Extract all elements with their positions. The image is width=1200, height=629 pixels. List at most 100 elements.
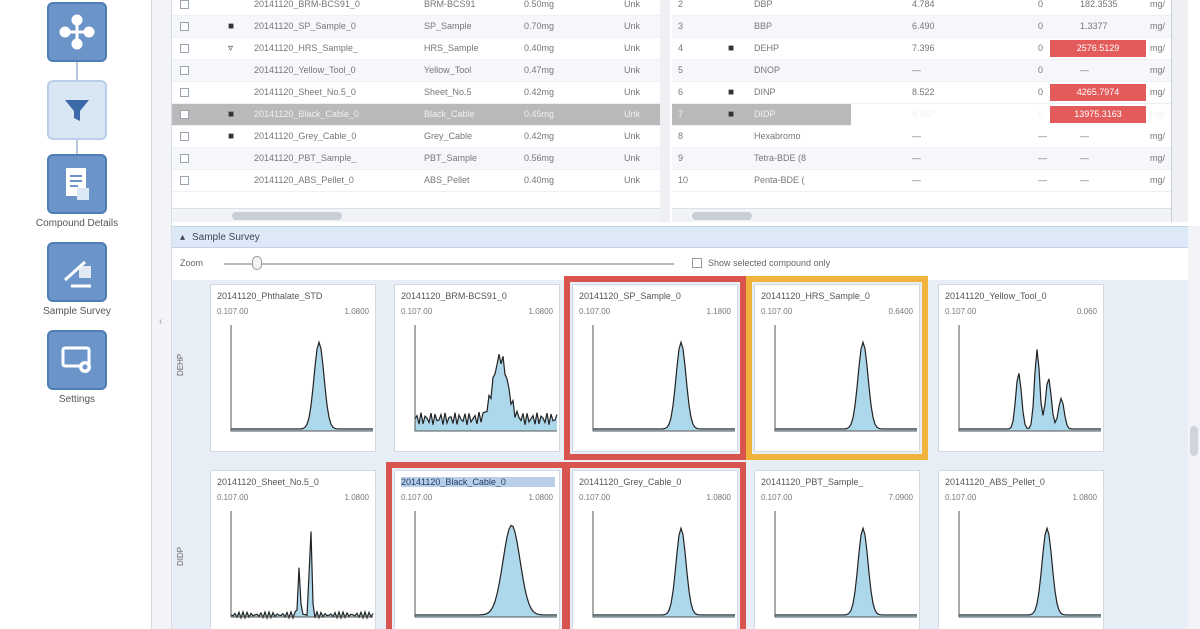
compound-flag: 0 [1038,21,1044,31]
sample-unit: Unk [624,65,641,75]
table-row[interactable]: 20141120_BRM-BCS91_0 BRM-BCS91 0.50mg Unk [172,0,667,16]
sample-table-vscrollbar[interactable] [660,0,670,222]
row-checkbox[interactable] [180,66,189,75]
compound-index: 3 [678,21,684,31]
nav-item-filter[interactable] [22,80,132,140]
row-checkbox[interactable] [180,88,189,97]
scrollbar-thumb[interactable] [1190,426,1198,456]
thumbnail-min-value: 0.107.00 [579,307,611,316]
nav-item-settings[interactable]: Settings [22,330,132,405]
table-row[interactable]: ■ 20141120_Grey_Cable_0 Grey_Cable 0.42mg Un… [172,126,667,148]
row-checkbox[interactable] [180,44,189,53]
show-selected-checkbox[interactable] [692,258,702,268]
table-row[interactable]: 2 DBP 4.784 0 182.3535 mg/ [672,0,1171,16]
network-flow-icon [47,2,107,62]
row-checkbox[interactable] [180,22,189,31]
row-checkbox[interactable] [180,132,189,141]
table-row[interactable]: 3 BBP 6.490 0 1.3377 mg/ [672,16,1171,38]
settings-monitor-icon [47,330,107,390]
table-row[interactable]: 10 Penta-BDE (— — — mg/ [672,170,1171,192]
thumbnail-title: 20141120_PBT_Sample_ [761,477,864,487]
sample-filename: 20141120_Grey_Cable_0 [254,131,357,141]
compound-flag: — [1038,175,1047,185]
chromatogram-thumbnail[interactable]: 20141120_SP_Sample_0 0.107.00 1.1800 [572,284,738,452]
compound-table-vscrollbar[interactable] [1172,0,1188,222]
chromatogram-thumbnail[interactable]: 20141120_Grey_Cable_0 0.107.00 1.0800 [572,470,738,629]
scrollbar-thumb[interactable] [692,212,752,220]
zoom-slider-track[interactable] [224,263,674,265]
sample-unit: Unk [624,175,641,185]
survey-vscrollbar[interactable] [1188,226,1200,629]
compound-index: 7 [678,109,684,119]
thumbnail-title: 20141120_SP_Sample_0 [579,291,681,301]
sample-filename: 20141120_PBT_Sample_ [254,153,357,163]
nav-item-sample-survey[interactable]: Sample Survey [22,242,132,317]
sample-unit: Unk [624,131,641,141]
sample-name: BRM-BCS91 [424,0,476,9]
sample-table-hscrollbar[interactable] [172,208,667,222]
table-row[interactable]: 20141120_Yellow_Tool_0 Yellow_Tool 0.47mg U… [172,60,667,82]
table-row[interactable]: 5 DNOP — 0 — mg/ [672,60,1171,82]
sample-amount: 0.42mg [524,87,555,97]
table-row[interactable]: 6 ■ DINP 8.522 0 4265.7974 mg/ [672,82,1171,104]
sample-survey-header[interactable]: ▴ Sample Survey [172,226,1188,248]
chromatogram-thumbnail[interactable]: 20141120_Sheet_No.5_0 0.107.00 1.0800 [210,470,376,629]
chromatogram-thumbnail[interactable]: 20141120_HRS_Sample_0 0.107.00 0.6400 [754,284,920,452]
compound-table-hscrollbar[interactable] [672,208,1171,222]
table-row[interactable]: ■ 20141120_Black_Cable_0 Black_Cable 0.45mg… [172,104,667,126]
sample-name: SP_Sample [424,21,472,31]
table-row[interactable]: 7 ■ DIDP 9.467 0 13975.3163 mg/ [672,104,1165,126]
chromatogram-thumbnail[interactable]: 20141120_PBT_Sample_ 0.107.00 7.0900 [754,470,920,629]
scrollbar-thumb[interactable] [232,212,342,220]
chromatogram-thumbnail[interactable]: 20141120_Yellow_Tool_0 0.107.00 0.060 [938,284,1104,452]
table-row[interactable]: 9 Tetra-BDE (8 — — — mg/ [672,148,1171,170]
concentration-unit: mg/ [1150,175,1166,185]
collapse-chevron-icon[interactable]: ▴ [180,232,185,243]
table-row[interactable]: ■ 20141120_SP_Sample_0 SP_Sample 0.70mg Unk [172,16,667,38]
concentration-value: — [1080,65,1089,75]
table-row[interactable]: 20141120_Sheet_No.5_0 Sheet_No.5 0.42mg Unk [172,82,667,104]
sample-amount: 0.47mg [524,65,555,75]
table-row[interactable]: 20141120_PBT_Sample_ PBT_Sample 0.56mg Unk [172,148,667,170]
sample-name: ABS_Pellet [424,175,470,185]
zoom-slider-handle[interactable] [252,256,262,270]
sample-filename: 20141120_HRS_Sample_ [254,43,358,53]
row-marker: ■ [728,109,735,120]
row-checkbox[interactable] [180,110,189,119]
nav-item-workflow[interactable] [22,2,132,62]
table-row[interactable]: 8 Hexabromo — — — mg/ [672,126,1171,148]
compound-index: 4 [678,43,684,53]
vertical-splitter[interactable]: ‹ [152,0,172,629]
table-row[interactable]: 4 ■ DEHP 7.396 0 2576.5129 mg/ [672,38,1171,60]
thumbnail-min-value: 0.107.00 [401,493,433,502]
row-checkbox[interactable] [180,176,189,185]
peak-area [593,528,735,617]
compound-index: 5 [678,65,684,75]
compound-name: Tetra-BDE (8 [754,153,807,163]
table-row[interactable]: ▿ 20141120_HRS_Sample_ HRS_Sample 0.40mg Unk [172,38,667,60]
plot-axes [230,325,373,432]
concentration-exceeded: 2576.5129 [1050,40,1146,57]
thumbnail-max-value: 1.0800 [344,493,369,502]
retention-time: — [912,153,921,163]
sample-amount: 0.70mg [524,21,555,31]
table-row[interactable]: 20141120_ABS_Pellet_0 ABS_Pellet 0.40mg Unk [172,170,667,192]
concentration-unit: mg/ [1150,21,1166,31]
concentration-exceeded: 13975.3163 [1050,106,1146,123]
nav-connector [76,140,78,154]
compound-index: 9 [678,153,684,163]
show-selected-label: Show selected compound only [708,258,831,268]
chromatogram-thumbnail[interactable]: 20141120_BRM-BCS91_0 0.107.00 1.0800 [394,284,560,452]
chromatogram-thumbnail[interactable]: 20141120_Phthalate_STD 0.107.00 1.0800 [210,284,376,452]
nav-item-compound-details[interactable]: Compound Details [22,154,132,229]
compound-name: DNOP [754,65,781,75]
chromatogram-plot [592,511,735,618]
chromatogram-thumbnail[interactable]: 20141120_Black_Cable_0 0.107.00 1.0800 [394,470,560,629]
thumbnail-title: 20141120_Sheet_No.5_0 [217,477,319,487]
row-checkbox[interactable] [180,0,189,9]
row-checkbox[interactable] [180,154,189,163]
concentration-exceeded: 4265.7974 [1050,84,1146,101]
retention-time: 9.467 [912,109,935,119]
chromatogram-thumbnail[interactable]: 20141120_ABS_Pellet_0 0.107.00 1.0800 [938,470,1104,629]
peak-area [231,531,373,619]
